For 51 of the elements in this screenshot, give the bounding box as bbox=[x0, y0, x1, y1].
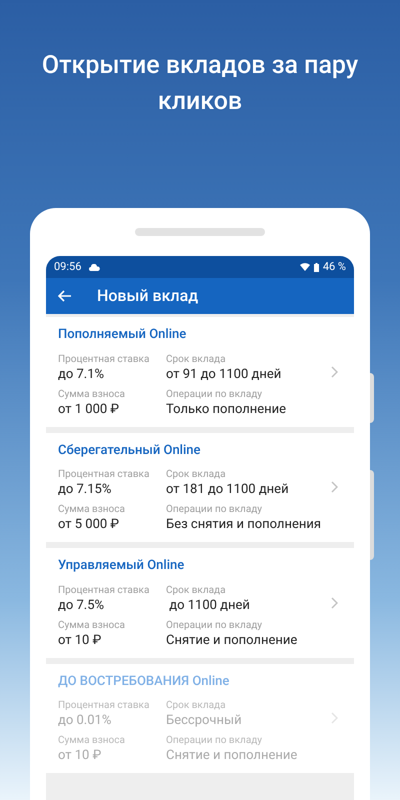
field-label: Операции по вкладу bbox=[166, 618, 264, 632]
field-label: Сумма взноса bbox=[58, 734, 126, 747]
field-value: от 1 000 ₽ bbox=[58, 400, 120, 418]
field-label: Процентная ставка bbox=[58, 699, 150, 712]
field-label: Операции по вкладу bbox=[166, 388, 264, 400]
field-value: Бессрочный bbox=[166, 712, 243, 730]
wifi-icon bbox=[300, 263, 310, 271]
cloud-icon bbox=[89, 264, 100, 270]
field-label: Операции по вкладу bbox=[166, 734, 264, 747]
field-label: Срок вклада bbox=[166, 584, 227, 596]
chevron-right-icon bbox=[330, 712, 338, 724]
field-label: Сумма взноса bbox=[58, 503, 126, 516]
field-value: до 7.15% bbox=[58, 481, 112, 499]
field-label: Срок вклада bbox=[166, 352, 227, 366]
field-value: от 10 ₽ bbox=[58, 747, 102, 765]
status-time: 09:56 bbox=[54, 258, 82, 275]
field-label: Процентная ставка bbox=[58, 584, 150, 596]
field-value: от 5 000 ₽ bbox=[58, 516, 120, 534]
field-label: Срок вклада bbox=[166, 468, 227, 481]
field-value: до 7.1% bbox=[58, 366, 106, 384]
field-label: Сумма взноса bbox=[58, 618, 126, 632]
deposit-title: Сберегательный Online bbox=[58, 442, 202, 460]
deposit-title: ДО ВОСТРЕБОВАНИЯ Online bbox=[58, 672, 230, 690]
app-bar-title: Новый вклад bbox=[97, 285, 198, 307]
deposit-card[interactable]: Пополняемый Online Процентная ставка до 7.1% Срок вклада от 91 до 1100 дней Сумма взноса от 1 000 ₽ Операции по вкладу Только пополнение bbox=[46, 317, 354, 426]
field-value: Снятие и пополнение bbox=[166, 747, 298, 765]
field-value: Без снятия и пополнения bbox=[166, 516, 322, 534]
field-label: Срок вклада bbox=[166, 699, 227, 712]
battery-percent: 46 % bbox=[322, 258, 346, 275]
deposit-title: Пополняемый Online bbox=[58, 326, 188, 344]
field-value: от 10 ₽ bbox=[58, 632, 102, 650]
field-label: Сумма взноса bbox=[58, 388, 126, 400]
battery-icon bbox=[314, 262, 319, 272]
deposit-title: Управляемый Online bbox=[58, 557, 186, 575]
field-value: от 181 до 1100 дней bbox=[166, 481, 290, 499]
field-value: Снятие и пополнение bbox=[166, 632, 298, 650]
field-value: до 0.01% bbox=[58, 712, 112, 730]
deposit-card[interactable]: Управляемый Online Процентная ставка до 7.5% Срок вклада до 1100 дней Сумма взноса от 10 ₽ Операции по вкладу Снятие и пополнение bbox=[46, 548, 354, 658]
field-label: Операции по вкладу bbox=[166, 503, 264, 516]
chevron-right-icon bbox=[330, 596, 338, 608]
chevron-right-icon bbox=[330, 481, 338, 493]
back-arrow-icon[interactable] bbox=[58, 290, 72, 302]
field-label: Процентная ставка bbox=[58, 468, 150, 481]
chevron-right-icon bbox=[330, 366, 338, 378]
field-value: до 7.5% bbox=[58, 596, 106, 614]
deposit-card[interactable]: Сберегательный Online Процентная ставка до 7.15% Срок вклада от 181 до 1100 дней Сумма взноса от 5 000 ₽ Операции по вкладу Без снятия и пополнения bbox=[46, 432, 354, 542]
field-value: до 1100 дней bbox=[168, 596, 251, 614]
field-value: от 91 до 1100 дней bbox=[166, 366, 282, 384]
headline: Открытие вкладов за пару кликов bbox=[40, 50, 360, 118]
field-label: Процентная ставка bbox=[58, 352, 150, 366]
field-value: Только пополнение bbox=[166, 400, 288, 418]
